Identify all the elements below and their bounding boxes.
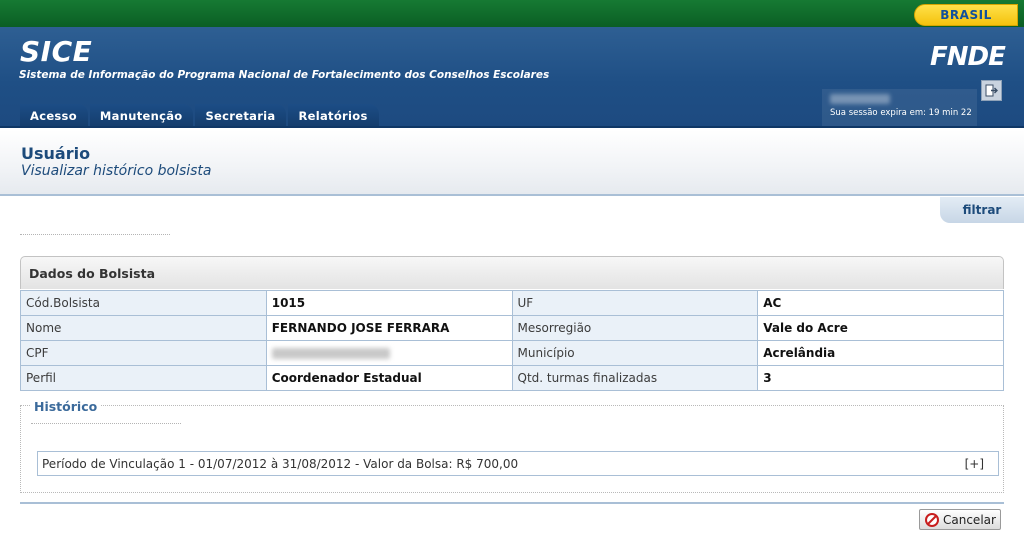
label-uf: UF [511,290,759,316]
nav-tab-acesso[interactable]: Acesso [20,104,88,128]
label-mesorregiao: Mesorregião [511,315,759,341]
cancel-button[interactable]: Cancelar [919,509,1001,530]
main-nav: Acesso Manutenção Secretaria Relatórios [20,104,379,128]
session-info: Sua sessão expira em: 19 min 22 [822,89,977,128]
periodo-vinculacao-row[interactable]: Período de Vinculação 1 - 01/07/2012 à 3… [37,451,999,476]
divider [20,502,1004,504]
value-uf: AC [757,290,1004,316]
label-municipio: Município [511,340,759,366]
label-cpf: CPF [20,340,267,366]
page-subtitle: Visualizar histórico bolsista [21,163,212,179]
dados-bolsista-table: Cód.Bolsista 1015 UF AC Nome FERNANDO JO… [20,290,1004,391]
brasil-badge[interactable]: BRASIL [914,4,1018,26]
logout-button[interactable] [981,80,1002,101]
fnde-logo: FNDE [930,42,1006,72]
value-qtd-turmas: 3 [757,365,1004,391]
page-header: Usuário Visualizar histórico bolsista [0,130,1024,196]
historico-title: Histórico [31,399,101,414]
session-user-redacted [830,94,890,104]
value-municipio: Acrelândia [757,340,1004,366]
dados-bolsista-header: Dados do Bolsista [20,256,1004,289]
page-title: Usuário [21,144,91,163]
value-cod-bolsista: 1015 [265,290,513,316]
cancel-label: Cancelar [943,512,996,527]
nav-tab-secretaria[interactable]: Secretaria [195,104,287,128]
periodo-vinculacao-text: Período de Vinculação 1 - 01/07/2012 à 3… [42,457,519,471]
dados-bolsista-title: Dados do Bolsista [29,266,156,281]
nav-tab-manutencao[interactable]: Manutenção [89,104,194,128]
cancel-icon [925,512,939,527]
label-qtd-turmas: Qtd. turmas finalizadas [511,365,759,391]
nav-tab-relatorios[interactable]: Relatórios [288,104,379,128]
app-header: SICE Sistema de Informação do Programa N… [0,27,1024,128]
logout-icon [985,84,998,97]
value-nome: FERNANDO JOSE FERRARA [265,315,513,341]
session-expiry-text: Sua sessão expira em: 19 min 22 [830,108,972,118]
app-subtitle: Sistema de Informação do Programa Nacion… [19,69,550,81]
divider [20,234,170,235]
app-title: SICE [20,35,93,68]
expand-button[interactable]: [+] [965,457,984,471]
table-row: Perfil Coordenador Estadual Qtd. turmas … [20,365,1004,391]
redacted-cpf [271,348,390,359]
government-bar: BRASIL [0,0,1024,27]
label-cod-bolsista: Cód.Bolsista [20,290,267,316]
value-mesorregiao: Vale do Acre [757,315,1004,341]
value-perfil: Coordenador Estadual [265,365,513,391]
value-cpf-redacted [265,340,513,366]
table-row: CPF Município Acrelândia [20,340,1004,366]
table-row: Cód.Bolsista 1015 UF AC [20,290,1004,316]
filter-button[interactable]: filtrar [940,197,1024,223]
label-nome: Nome [20,315,267,341]
historico-fieldset: Histórico Período de Vinculação 1 - 01/0… [20,399,1004,493]
table-row: Nome FERNANDO JOSE FERRARA Mesorregião V… [20,315,1004,341]
label-perfil: Perfil [20,365,267,391]
divider [31,423,181,424]
